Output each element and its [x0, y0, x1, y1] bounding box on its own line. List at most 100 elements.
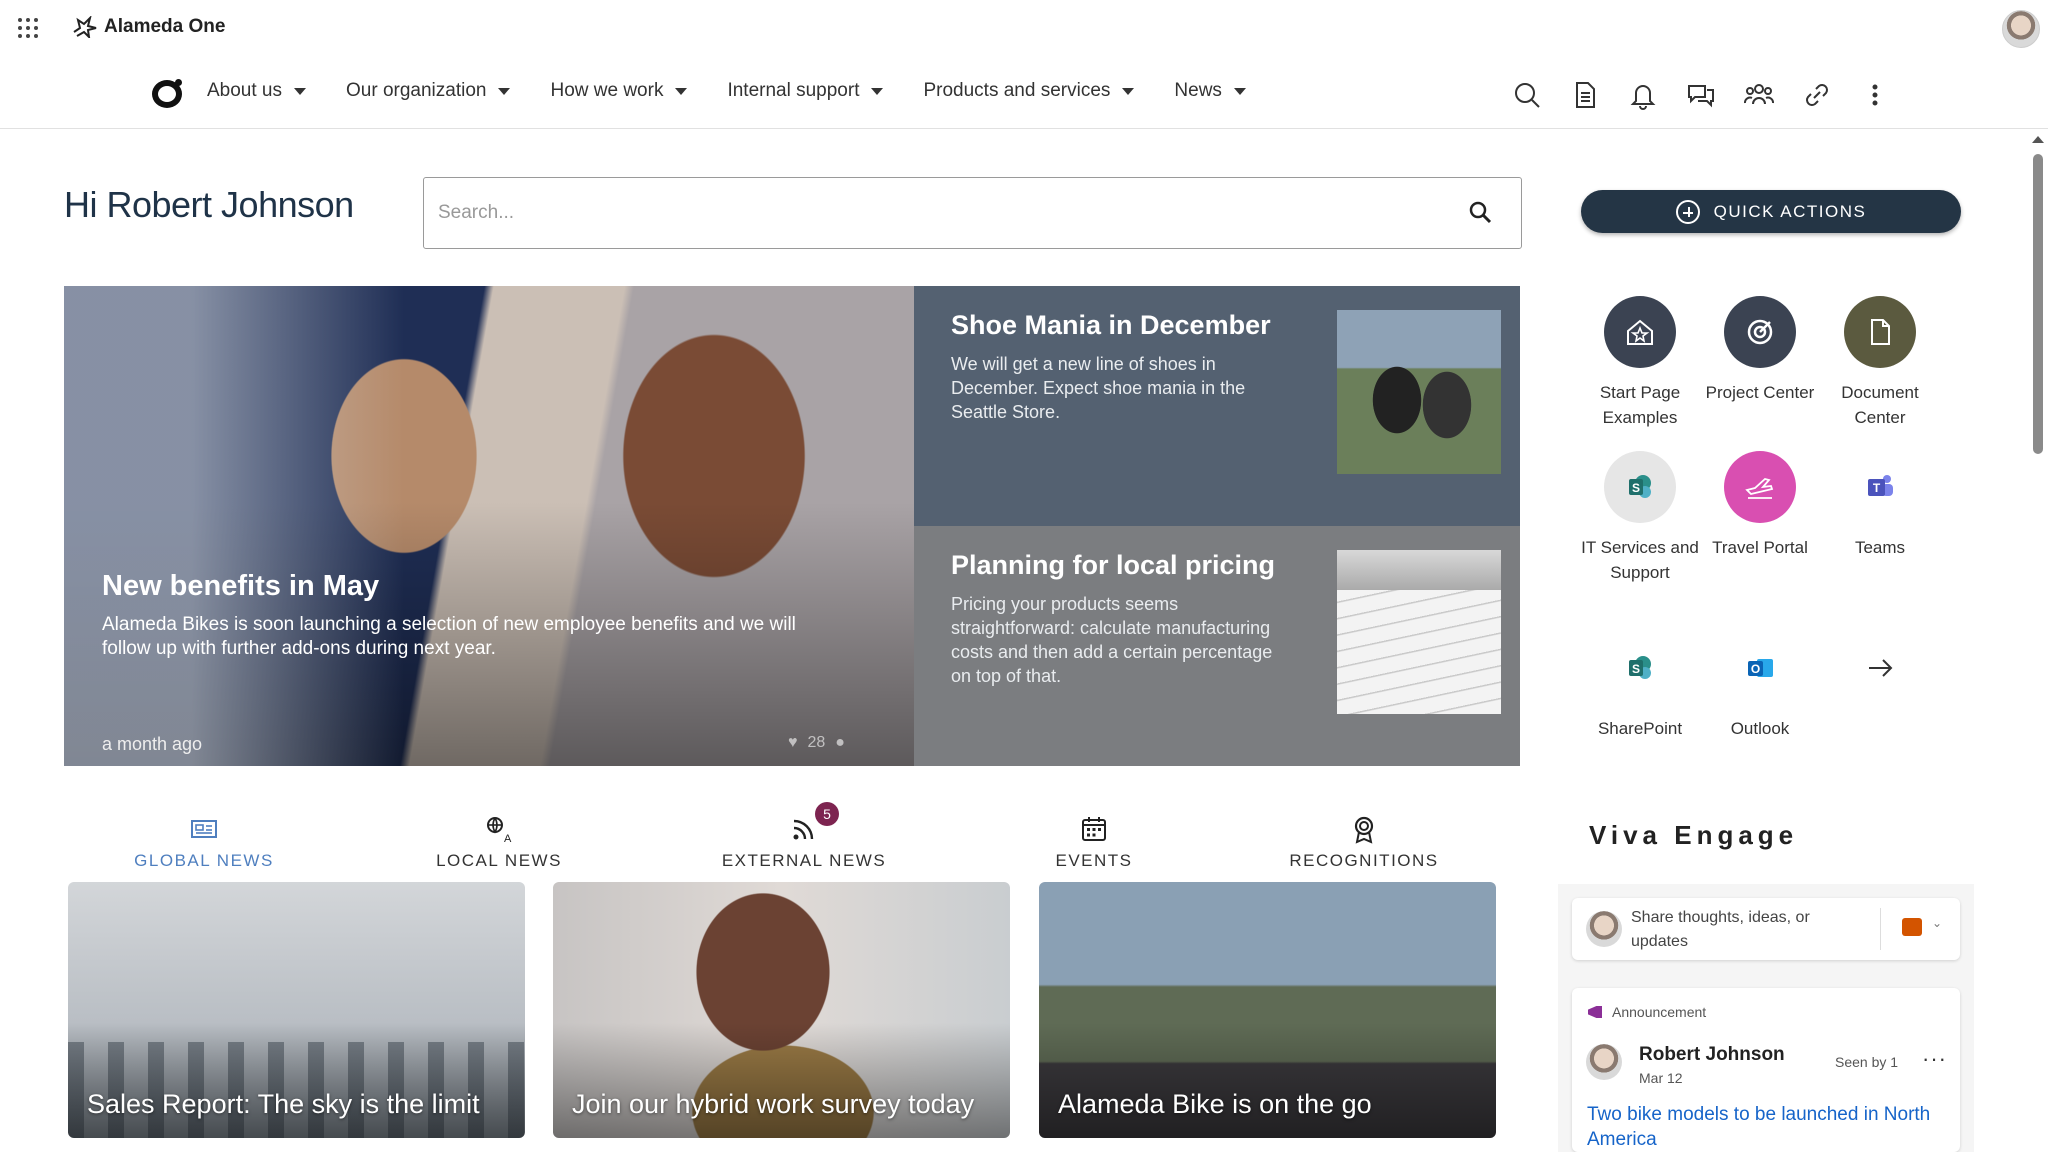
- viva-engage-title: Viva Engage: [1589, 820, 1799, 850]
- calendar-icon: [1082, 817, 1106, 841]
- people-icon[interactable]: [1740, 76, 1778, 114]
- brand[interactable]: Alameda One: [72, 16, 225, 38]
- app-project-center[interactable]: Project Center: [1700, 296, 1820, 405]
- app-travel-portal[interactable]: Travel Portal: [1700, 451, 1820, 560]
- search-input[interactable]: [424, 178, 1424, 248]
- teams-icon: T: [1844, 451, 1916, 523]
- hero-main-article[interactable]: New benefits in May Alameda Bikes is soo…: [64, 286, 914, 766]
- hero-side-title: Shoe Mania in December: [951, 310, 1271, 340]
- tab-label: EVENTS: [1055, 851, 1133, 870]
- app-label: Travel Portal: [1712, 538, 1808, 557]
- quick-actions-label: QUICK ACTIONS: [1713, 201, 1867, 221]
- news-tabs: GLOBAL NEWS A LOCAL NEWS 5 EXTERNAL NEWS…: [64, 802, 1520, 870]
- svg-text:O: O: [1751, 662, 1760, 676]
- hero-side-description: Pricing your products seems straightforw…: [951, 594, 1273, 686]
- nav-item-how-we-work[interactable]: How we work: [550, 80, 688, 102]
- tab-local-news[interactable]: A LOCAL NEWS: [434, 806, 564, 870]
- nav-item-our-organization[interactable]: Our organization: [346, 80, 511, 102]
- announcement-label: Announcement: [1612, 1004, 1707, 1020]
- caret-down-icon: [675, 87, 688, 95]
- tab-external-news[interactable]: 5 EXTERNAL NEWS: [719, 802, 889, 870]
- nav-item-news[interactable]: News: [1174, 80, 1246, 102]
- more-icon[interactable]: [1856, 76, 1894, 114]
- link-icon[interactable]: [1798, 76, 1836, 114]
- nav-item-label: News: [1174, 80, 1222, 101]
- nav-menu: About us Our organization How we work In…: [207, 80, 1286, 102]
- chevron-down-icon[interactable]: ⌄: [1932, 916, 1942, 930]
- globe-translate-icon: A: [487, 817, 512, 845]
- news-card[interactable]: Sales Report: The sky is the limit: [68, 882, 525, 1138]
- nav-item-label: About us: [207, 80, 282, 101]
- outlook-icon: O: [1724, 632, 1796, 704]
- plane-icon: [1724, 451, 1796, 523]
- message-type-icon[interactable]: [1902, 918, 1922, 936]
- app-outlook[interactable]: O Outlook: [1700, 632, 1820, 741]
- divider: [1880, 908, 1881, 950]
- nav-item-about-us[interactable]: About us: [207, 80, 306, 102]
- quick-actions-button[interactable]: QUICK ACTIONS: [1581, 190, 1961, 233]
- more-apps-button[interactable]: [1820, 632, 1940, 716]
- tab-recognitions[interactable]: RECOGNITIONS: [1284, 806, 1444, 870]
- home-logo-icon[interactable]: [152, 79, 182, 108]
- post-date: Mar 12: [1639, 1070, 1683, 1086]
- search-icon[interactable]: [1508, 76, 1546, 114]
- user-avatar[interactable]: [2002, 10, 2040, 48]
- tab-events[interactable]: EVENTS: [1044, 806, 1144, 870]
- main-navigation: About us Our organization How we work In…: [0, 56, 2048, 129]
- viva-compose-box[interactable]: Share thoughts, ideas, or updates ⌄: [1572, 898, 1960, 960]
- home-star-icon: [1604, 296, 1676, 368]
- app-it-services-and-support[interactable]: S IT Services and Support: [1580, 451, 1700, 585]
- bell-icon[interactable]: [1624, 76, 1662, 114]
- document-icon: [1844, 296, 1916, 368]
- plus-circle-icon: [1675, 199, 1700, 224]
- app-label: Project Center: [1705, 383, 1815, 402]
- app-sharepoint[interactable]: S SharePoint: [1580, 632, 1700, 741]
- post-author[interactable]: Robert Johnson: [1639, 1044, 1785, 1066]
- page-scrollbar[interactable]: [2028, 130, 2048, 1152]
- brand-logo-icon: [73, 16, 97, 38]
- app-label: Start Page Examples: [1599, 383, 1681, 427]
- app-teams[interactable]: T Teams: [1820, 451, 1940, 560]
- hero-side-article[interactable]: Planning for local pricing Pricing your …: [914, 526, 1520, 766]
- app-launcher-icon[interactable]: [18, 18, 38, 38]
- viva-post: Announcement Robert Johnson Mar 12 Seen …: [1572, 988, 1960, 1152]
- likes-count: 28: [807, 734, 826, 751]
- app-document-center[interactable]: Document Center: [1820, 296, 1940, 430]
- post-seen-count[interactable]: Seen by 1: [1835, 1054, 1898, 1070]
- svg-text:A: A: [504, 833, 512, 844]
- hero-side-description: We will get a new line of shoes in Decem…: [951, 354, 1246, 422]
- avatar: [1586, 911, 1622, 947]
- top-bar: Alameda One: [0, 0, 2048, 56]
- hero-main-image: [64, 286, 914, 766]
- hero-side-title: Planning for local pricing: [951, 550, 1276, 580]
- post-title-link[interactable]: Two bike models to be launched in North …: [1587, 1102, 1952, 1152]
- app-start-page-examples[interactable]: Start Page Examples: [1580, 296, 1700, 430]
- hero-side-thumbnail: [1337, 550, 1501, 714]
- app-label: Outlook: [1730, 719, 1790, 738]
- nav-item-label: Our organization: [346, 80, 487, 101]
- caret-down-icon: [294, 87, 306, 95]
- chat-icon[interactable]: [1682, 76, 1720, 114]
- document-icon[interactable]: [1566, 76, 1604, 114]
- target-icon: [1724, 296, 1796, 368]
- svg-text:S: S: [1632, 662, 1640, 676]
- search-icon[interactable]: [1467, 199, 1495, 227]
- page-greeting: Hi Robert Johnson: [64, 184, 354, 225]
- nav-item-internal-support[interactable]: Internal support: [727, 80, 884, 102]
- news-card-title: Join our hybrid work survey today: [572, 1089, 975, 1119]
- nav-item-label: How we work: [550, 80, 664, 101]
- news-card[interactable]: Alameda Bike is on the go: [1039, 882, 1496, 1138]
- app-label: SharePoint: [1597, 719, 1683, 738]
- more-options-icon[interactable]: ···: [1922, 1046, 1947, 1072]
- scrollbar-thumb[interactable]: [2033, 154, 2043, 454]
- tab-label: EXTERNAL NEWS: [721, 851, 887, 870]
- caret-down-icon: [1122, 87, 1135, 95]
- arrow-right-icon: [1844, 632, 1916, 704]
- news-card[interactable]: Join our hybrid work survey today: [553, 882, 1010, 1138]
- hero-side-article[interactable]: Shoe Mania in December We will get a new…: [914, 286, 1520, 526]
- svg-text:T: T: [1873, 481, 1881, 495]
- tab-global-news[interactable]: GLOBAL NEWS: [134, 806, 274, 870]
- scroll-up-arrow-icon[interactable]: [2032, 136, 2044, 143]
- avatar[interactable]: [1586, 1044, 1622, 1080]
- nav-item-products-and-services[interactable]: Products and services: [923, 80, 1135, 102]
